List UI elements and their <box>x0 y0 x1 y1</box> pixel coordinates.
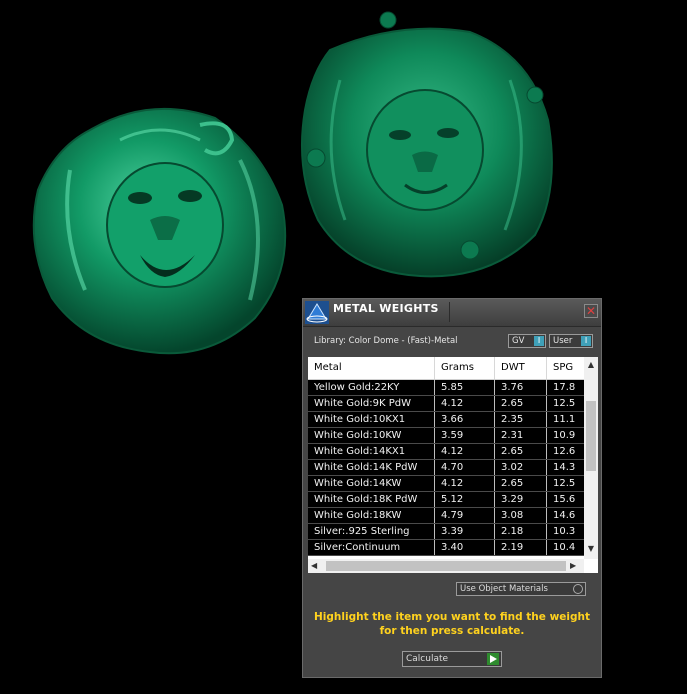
metal-cell: White Gold:14K PdW <box>308 460 435 475</box>
spg-cell: 12.5 <box>553 478 576 489</box>
metal-cell: White Gold:14KX1 <box>308 444 435 459</box>
lion-pendant-model-right[interactable] <box>301 11 553 278</box>
scroll-down-icon[interactable]: ▼ <box>584 543 598 555</box>
column-header-dwt[interactable]: DWT <box>495 357 547 379</box>
table-body: Yellow Gold:22KY 5.85 3.76 17.8 White Gold:9… <box>308 380 584 556</box>
spg-cell: 14.6 <box>553 510 576 521</box>
vertical-scroll-thumb[interactable] <box>586 401 596 471</box>
titlebar-divider <box>449 302 450 322</box>
column-header-metal[interactable]: Metal <box>308 357 435 379</box>
table-row[interactable]: White Gold:10KW 3.59 2.31 10.9 <box>308 428 584 444</box>
spg-cell: 12.5 <box>553 398 576 409</box>
dwt-cell: 3.29 <box>495 492 547 507</box>
dwt-cell: 2.19 <box>495 540 547 555</box>
dwt-cell: 2.31 <box>495 428 547 443</box>
dwt-cell: 3.02 <box>495 460 547 475</box>
table-row[interactable]: Silver:.925 Sterling 3.39 2.18 10.3 <box>308 524 584 540</box>
metal-cell: Silver:Continuum <box>308 540 435 555</box>
metal-cell: White Gold:18K PdW <box>308 492 435 507</box>
metal-cell: White Gold:10KW <box>308 428 435 443</box>
radio-circle-icon <box>573 584 583 594</box>
column-header-grams[interactable]: Grams <box>435 357 495 379</box>
grams-cell: 3.40 <box>435 540 495 555</box>
lion-head-model-left[interactable] <box>32 107 287 355</box>
metal-cell: Silver:.925 Sterling <box>308 524 435 539</box>
table-row[interactable]: Silver:Continuum 3.40 2.19 10.4 <box>308 540 584 556</box>
spg-cell: 10.4 <box>553 542 576 553</box>
dwt-cell: 2.65 <box>495 396 547 411</box>
grams-cell: 3.59 <box>435 428 495 443</box>
dwt-cell: 3.08 <box>495 508 547 523</box>
gv-toggle-indicator: I <box>534 336 544 346</box>
table-row[interactable]: White Gold:18K PdW 5.12 3.29 15.6 <box>308 492 584 508</box>
horizontal-scrollbar[interactable]: ◀ ▶ <box>308 559 584 573</box>
spg-cell: 11.1 <box>553 414 576 425</box>
metal-cell: Yellow Gold:22KY <box>308 380 435 395</box>
table-header: Metal Grams DWT SPG <box>308 357 584 380</box>
table-row[interactable]: White Gold:10KX1 3.66 2.35 11.1 <box>308 412 584 428</box>
close-button[interactable]: ✕ <box>584 304 598 318</box>
grams-cell: 4.12 <box>435 396 495 411</box>
gemvision-pyramid-icon <box>305 301 329 324</box>
scroll-right-icon[interactable]: ▶ <box>570 559 582 573</box>
spg-cell: 14.3 <box>553 462 576 473</box>
grams-cell: 5.85 <box>435 380 495 395</box>
scroll-up-icon[interactable]: ▲ <box>584 359 598 371</box>
instruction-text: Highlight the item you want to find the … <box>314 611 590 637</box>
scroll-left-icon[interactable]: ◀ <box>311 559 323 573</box>
library-label: Library: Color Dome - (Fast)-Metal <box>314 336 458 346</box>
horizontal-scroll-thumb[interactable] <box>326 561 566 571</box>
table-row[interactable]: White Gold:18KW 4.79 3.08 14.6 <box>308 508 584 524</box>
spg-cell: 12.6 <box>553 446 576 457</box>
table-row[interactable]: White Gold:14KW 4.12 2.65 12.5 <box>308 476 584 492</box>
play-icon <box>487 653 499 665</box>
user-toggle-label: User <box>553 336 573 346</box>
grams-cell: 4.70 <box>435 460 495 475</box>
use-object-materials-label: Use Object Materials <box>460 584 548 594</box>
calculate-button[interactable]: Calculate <box>402 651 502 667</box>
dwt-cell: 2.18 <box>495 524 547 539</box>
calculate-label: Calculate <box>406 654 449 664</box>
dwt-cell: 2.65 <box>495 476 547 491</box>
spg-cell: 17.8 <box>553 382 576 393</box>
use-object-materials-toggle[interactable]: Use Object Materials <box>456 582 586 596</box>
spg-cell: 10.9 <box>553 430 576 441</box>
grams-cell: 5.12 <box>435 492 495 507</box>
spg-cell: 15.6 <box>553 494 576 505</box>
user-toggle-indicator: I <box>581 336 591 346</box>
metal-cell: White Gold:18KW <box>308 508 435 523</box>
spg-cell: 10.3 <box>553 526 576 537</box>
table-row[interactable]: White Gold:14K PdW 4.70 3.02 14.3 <box>308 460 584 476</box>
metal-table[interactable]: Metal Grams DWT SPG Yellow Gold:22KY 5.85… <box>308 357 598 573</box>
gv-library-toggle[interactable]: GV I <box>508 334 546 348</box>
grams-cell: 4.12 <box>435 476 495 491</box>
panel-title: METAL WEIGHTS <box>333 302 439 315</box>
table-row[interactable]: White Gold:9K PdW 4.12 2.65 12.5 <box>308 396 584 412</box>
dwt-cell: 2.65 <box>495 444 547 459</box>
dwt-cell: 3.76 <box>495 380 547 395</box>
gv-toggle-label: GV <box>512 336 525 346</box>
grams-cell: 3.39 <box>435 524 495 539</box>
close-icon: ✕ <box>585 304 597 318</box>
column-header-spg[interactable]: SPG <box>547 357 584 379</box>
grams-cell: 4.12 <box>435 444 495 459</box>
table-row[interactable]: White Gold:14KX1 4.12 2.65 12.6 <box>308 444 584 460</box>
metal-weights-panel: METAL WEIGHTS ✕ Library: Color Dome - (F… <box>302 298 602 678</box>
dwt-cell: 2.35 <box>495 412 547 427</box>
metal-cell: White Gold:9K PdW <box>308 396 435 411</box>
metal-cell: White Gold:10KX1 <box>308 412 435 427</box>
grams-cell: 3.66 <box>435 412 495 427</box>
metal-cell: White Gold:14KW <box>308 476 435 491</box>
grams-cell: 4.79 <box>435 508 495 523</box>
panel-titlebar[interactable]: METAL WEIGHTS ✕ <box>303 299 601 327</box>
table-row[interactable]: Yellow Gold:22KY 5.85 3.76 17.8 <box>308 380 584 396</box>
vertical-scrollbar[interactable]: ▲ ▼ <box>584 357 598 559</box>
user-library-toggle[interactable]: User I <box>549 334 593 348</box>
